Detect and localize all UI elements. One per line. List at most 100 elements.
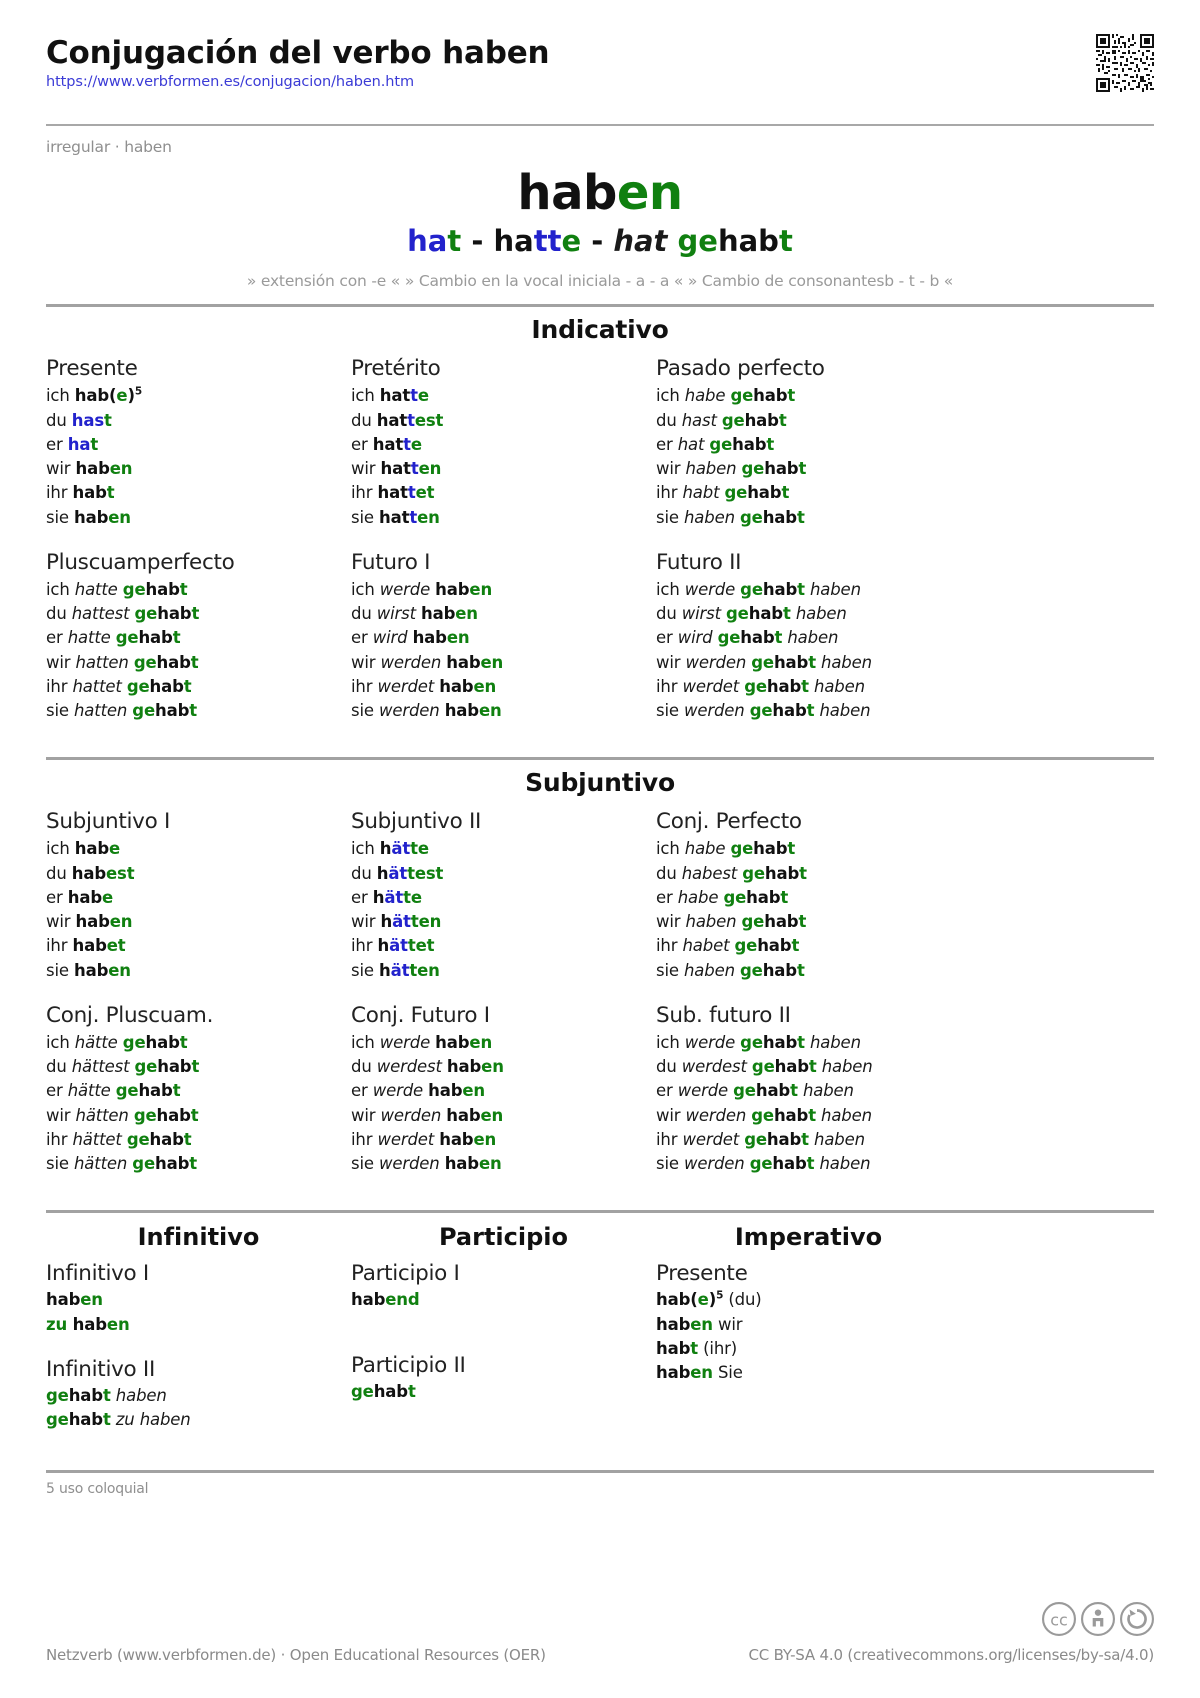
conjugation-row: sie hatten gehabt — [46, 699, 351, 723]
conjugation-row: sie werden haben — [351, 1152, 656, 1176]
form-segment: tet — [407, 936, 435, 956]
form-segment: hätten — [73, 1154, 133, 1174]
form-segment: t — [799, 863, 807, 883]
tense-infinitivo-i: Infinitivo I haben zu haben — [46, 1261, 351, 1337]
form-segment: hab — [156, 652, 191, 672]
form-segment: ich — [656, 386, 685, 406]
form-segment: ge — [677, 224, 718, 259]
form-segment: hab — [717, 224, 779, 259]
form-segment: hab — [412, 628, 447, 648]
section-heading-indicativo: Indicativo — [531, 315, 669, 345]
form-segment: hab — [732, 434, 767, 454]
form-segment: e — [116, 386, 128, 406]
form-segment: hab — [156, 1105, 191, 1125]
tense-futuro-ii: Futuro II ich werde gehabt haben du wirst… — [656, 550, 961, 724]
form-segment: t — [778, 224, 793, 259]
form-segment: hab — [656, 1338, 691, 1358]
form-segment: t — [798, 912, 807, 932]
form-segment: werden — [380, 1105, 447, 1125]
form-segment: ge — [730, 386, 754, 406]
conjugation-row: ihr habt — [46, 481, 351, 505]
form-segment: ich — [351, 839, 380, 859]
conjugation-row: du wirst haben — [351, 602, 656, 626]
tense-conj-pluscuam: Conj. Pluscuam. ich hätte gehabt du hätte… — [46, 1003, 351, 1177]
column-participio: Participio Participio I habend Participi… — [351, 1223, 656, 1452]
conjugation-row: ihr hättet gehabt — [46, 1128, 351, 1152]
form-segment: du — [46, 604, 72, 624]
form-segment: hab — [772, 701, 807, 721]
form-segment: hab — [764, 863, 800, 883]
column-1: Subjuntivo I ich habe du habest er habe wir… — [46, 809, 351, 1196]
tense-title: Participio I — [351, 1261, 460, 1287]
form-segment: hab — [439, 676, 474, 696]
conjugation-row: sie hatten — [351, 506, 656, 530]
form-segment: ihr — [656, 1129, 683, 1149]
tense-title: Presente — [46, 356, 138, 382]
conjugation-row: gehabt — [351, 1380, 656, 1404]
form-segment: hattest — [71, 604, 135, 624]
form-segment: t — [190, 1105, 199, 1125]
form-segment: ge — [744, 1129, 767, 1149]
form-segment: ihr — [351, 483, 378, 503]
conjugation-row: gehabt zu haben — [46, 1408, 351, 1432]
form-segment: hab — [145, 1032, 180, 1052]
page-title: Conjugación del verbo haben — [46, 35, 550, 71]
form-segment: ge — [134, 604, 158, 624]
form-segment: en — [462, 1081, 486, 1101]
form-segment: wir — [46, 912, 76, 932]
column-imperativo: Imperativo Presente hab(e)5 (du) haben wi… — [656, 1223, 961, 1452]
form-segment: t — [179, 1032, 188, 1052]
tense-participio-i: Participio I habend — [351, 1261, 656, 1312]
form-segment: hab — [517, 165, 617, 221]
page-footer: cc Netzverb (www.verbformen.de) · Open E… — [46, 1602, 1154, 1664]
form-segment: te — [403, 887, 422, 907]
form-segment: hab — [68, 1385, 103, 1405]
form-segment: haben — [816, 1057, 873, 1077]
form-segment: hab — [155, 701, 190, 721]
conjugation-row: ich werde haben — [351, 578, 656, 602]
form-segment: ha — [407, 224, 448, 259]
tense-title: Infinitivo I — [46, 1261, 149, 1287]
tense-pluscuamperfecto: Pluscuamperfecto ich hatte gehabt du hatt… — [46, 550, 351, 724]
form-segment: e — [109, 839, 121, 859]
conjugation-sheet: Conjugación del verbo haben https://www.… — [0, 0, 1200, 1698]
conjugation-row: er werde gehabt haben — [656, 1079, 961, 1103]
form-segment: sie — [351, 701, 379, 721]
form-segment: du — [656, 410, 682, 430]
form-segment: ihr — [656, 676, 683, 696]
form-segment: ich — [46, 386, 75, 406]
form-segment: er — [656, 628, 678, 648]
form-segment: en — [478, 1154, 502, 1174]
conjugation-row: er hatte — [351, 433, 656, 457]
form-segment: hat — [378, 507, 410, 527]
form-segment: er — [46, 1081, 68, 1101]
tense-title: Subjuntivo I — [46, 809, 171, 835]
form-segment: ge — [133, 1105, 157, 1125]
form-segment: t — [183, 1129, 192, 1149]
form-segment: ich — [351, 579, 380, 599]
form-segment: werdet — [377, 676, 440, 696]
form-segment: hab — [73, 960, 109, 980]
conjugation-row: ihr habt gehabt — [656, 481, 961, 505]
form-segment: hab — [74, 839, 110, 859]
form-segment: hab — [75, 459, 110, 479]
form-segment: en — [481, 1057, 504, 1077]
form-segment: hab — [439, 1129, 474, 1149]
form-segment: hab — [747, 483, 782, 503]
form-segment: werde — [684, 579, 741, 599]
indicativo-columns: Presente ich hab(e)5 du hast er hat wir hab… — [46, 356, 1154, 743]
form-segment: hab — [75, 912, 110, 932]
conjugation-row: wir hatten gehabt — [46, 651, 351, 675]
conjugation-row: er habe gehabt — [656, 886, 961, 910]
form-segment: hab — [656, 1314, 691, 1334]
form-segment: t — [179, 579, 188, 599]
conjugation-list: gehabt haben gehabt zu haben — [46, 1384, 351, 1433]
form-segment: test — [407, 863, 444, 883]
source-url-link[interactable]: https://www.verbformen.es/conjugacion/ha… — [46, 74, 1154, 90]
form-segment: en — [480, 1105, 504, 1125]
form-segment: hat — [379, 386, 411, 406]
form-segment: hättet — [72, 1129, 127, 1149]
form-segment: t — [90, 434, 99, 454]
form-segment: ich — [46, 579, 75, 599]
